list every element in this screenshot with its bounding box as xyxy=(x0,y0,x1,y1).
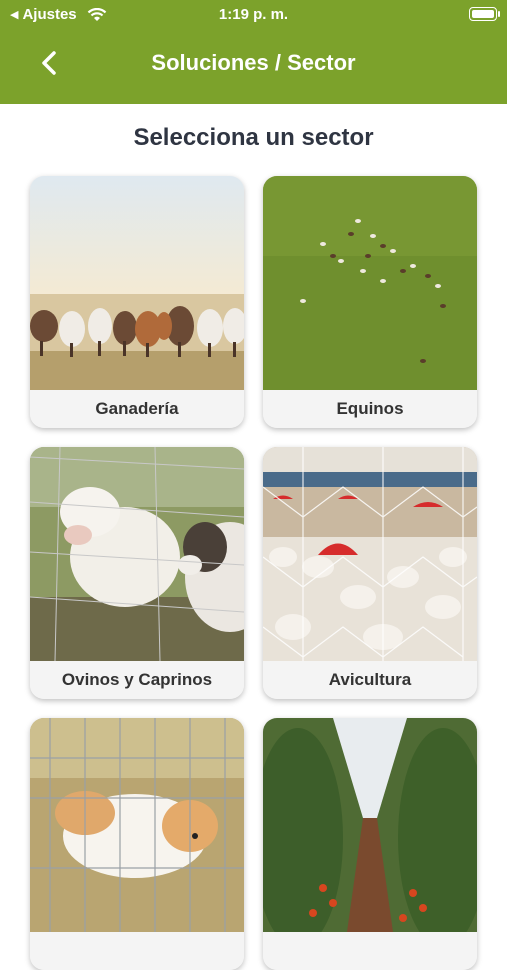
sector-card-equinos[interactable]: Equinos xyxy=(263,176,477,428)
section-heading: Selecciona un sector xyxy=(133,124,374,151)
sector-label: Ovinos y Caprinos xyxy=(30,661,244,699)
sector-card-avicultura[interactable]: Avicultura xyxy=(263,447,477,699)
sector-card-6[interactable] xyxy=(263,718,477,970)
status-bar: ◀ Ajustes 1:19 p. m. xyxy=(0,0,507,28)
horses-image xyxy=(263,176,477,390)
page-title: Soluciones / Sector xyxy=(151,50,356,75)
sector-card-5[interactable] xyxy=(30,718,244,970)
sector-label: Equinos xyxy=(263,390,477,428)
sector-label xyxy=(30,932,244,970)
sector-label: Ganadería xyxy=(30,390,244,428)
cattle-image xyxy=(30,176,244,390)
chickens-image xyxy=(263,447,477,661)
sector-label xyxy=(263,932,477,970)
status-time: 1:19 p. m. xyxy=(218,6,289,23)
sector-card-ganaderia[interactable]: Ganadería xyxy=(30,176,244,428)
lambs-image xyxy=(30,447,244,661)
battery-icon xyxy=(469,7,500,21)
app-header: ◀ Ajustes 1:19 p. m. Soluciones / Sector xyxy=(0,0,507,104)
sector-label: Avicultura xyxy=(263,661,477,699)
sector-card-ovinos-caprinos[interactable]: Ovinos y Caprinos xyxy=(30,447,244,699)
